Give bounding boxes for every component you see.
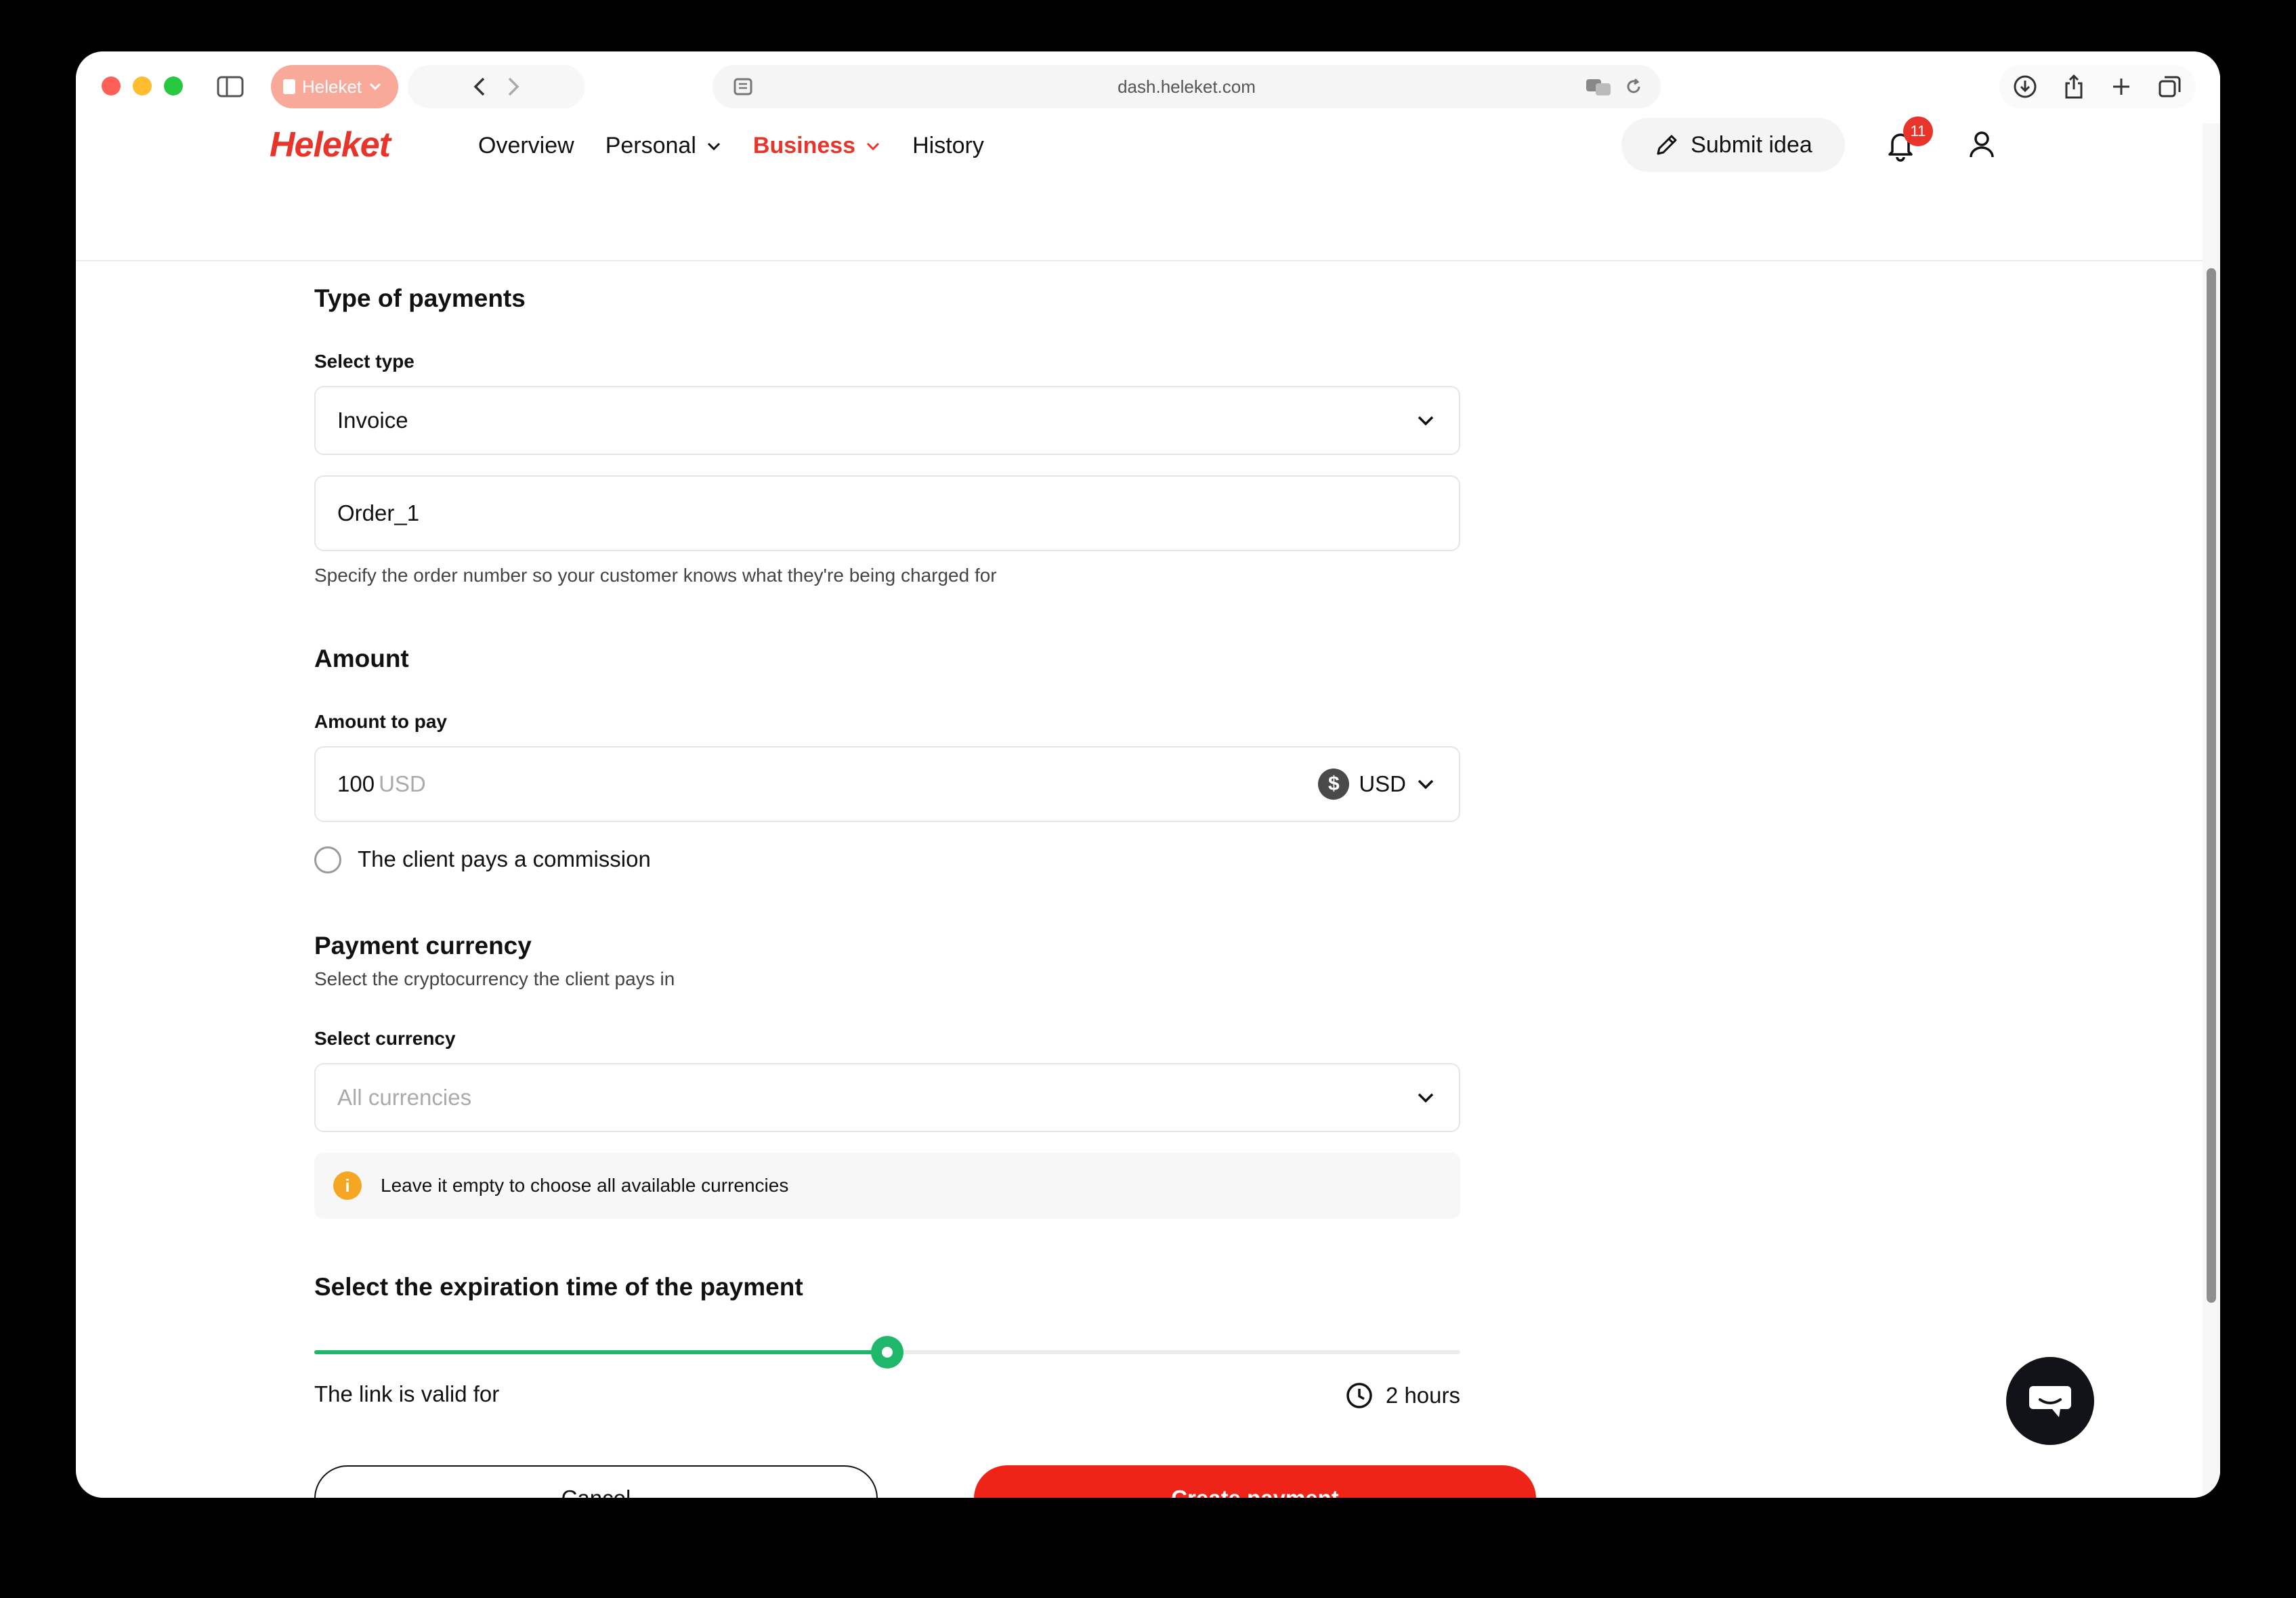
expiration-slider-fill <box>314 1350 887 1354</box>
nav-history[interactable]: History <box>912 133 984 159</box>
profile-tab-group[interactable]: Heleket <box>271 65 398 108</box>
type-section-title: Type of payments <box>314 284 526 312</box>
amount-currency-select[interactable]: $ USD <box>1318 769 1436 800</box>
address-bar[interactable]: dash.heleket.com <box>713 65 1661 108</box>
payment-currency-subtitle: Select the cryptocurrency the client pay… <box>314 968 675 989</box>
chevron-down-icon <box>1418 779 1434 790</box>
nav-history-label: History <box>912 133 984 158</box>
notification-badge: 11 <box>1903 116 1933 146</box>
submit-idea-label: Submit idea <box>1691 131 1812 158</box>
share-icon[interactable] <box>2063 74 2085 100</box>
profile-label: Heleket <box>302 76 362 97</box>
dollar-icon: $ <box>1318 769 1350 800</box>
cancel-button[interactable]: Cancel <box>314 1465 878 1498</box>
downloads-icon[interactable] <box>2013 74 2037 99</box>
close-window-button[interactable] <box>102 77 121 95</box>
currency-select[interactable]: All currencies <box>314 1063 1460 1132</box>
amount-to-pay-label: Amount to pay <box>314 711 447 732</box>
sidebar-icon <box>217 76 244 98</box>
payment-type-value: Invoice <box>337 408 408 433</box>
create-payment-button[interactable]: Create payment <box>974 1465 1536 1498</box>
scrollbar-thumb[interactable] <box>2207 268 2216 1303</box>
currency-info-box: i Leave it empty to choose all available… <box>314 1152 1460 1219</box>
support-chat-button[interactable] <box>2006 1357 2094 1445</box>
submit-idea-button[interactable]: Submit idea <box>1621 118 1845 172</box>
amount-unit-placeholder: USD <box>379 771 426 796</box>
translate-icon[interactable] <box>1585 77 1612 96</box>
order-number-input[interactable]: Order_1 <box>314 475 1460 551</box>
select-type-label: Select type <box>314 351 414 372</box>
main-nav: Overview Personal Business History <box>478 133 984 159</box>
client-pays-commission-radio[interactable] <box>314 846 341 873</box>
profile-icon <box>283 79 295 94</box>
zoom-window-button[interactable] <box>164 77 183 95</box>
order-hint-text: Specify the order number so your custome… <box>314 565 997 586</box>
valid-for-label: The link is valid for <box>314 1381 500 1406</box>
clock-icon <box>1346 1383 1372 1408</box>
browser-toolbar: Heleket dash.heleket.com <box>76 51 2220 123</box>
chevron-down-icon <box>867 142 880 150</box>
new-tab-icon[interactable] <box>2110 76 2132 98</box>
select-currency-label: Select currency <box>314 1028 456 1049</box>
forward-icon[interactable] <box>506 76 521 98</box>
expiration-title: Select the expiration time of the paymen… <box>314 1273 803 1301</box>
chevron-down-icon <box>1418 416 1434 426</box>
amount-section-title: Amount <box>314 645 409 672</box>
url-text: dash.heleket.com <box>1118 76 1256 97</box>
chat-icon <box>2029 1386 2071 1417</box>
nav-personal-label: Personal <box>605 133 696 158</box>
nav-business-label: Business <box>752 133 856 158</box>
payment-currency-title: Payment currency <box>314 932 532 959</box>
minimize-window-button[interactable] <box>133 77 152 95</box>
expiration-slider-handle[interactable] <box>871 1336 903 1368</box>
reload-icon[interactable] <box>1624 77 1643 96</box>
history-nav-group <box>408 65 585 108</box>
browser-actions <box>1999 65 2196 108</box>
nav-overview[interactable]: Overview <box>478 133 574 159</box>
browser-window: Heleket dash.heleket.com Heleket Overvie… <box>76 51 2220 1498</box>
user-profile-icon[interactable] <box>1961 125 2002 165</box>
nav-personal[interactable]: Personal <box>605 133 722 159</box>
valid-for-value: 2 hours <box>1385 1383 1460 1408</box>
client-pays-commission-label[interactable]: The client pays a commission <box>358 846 651 872</box>
pencil-icon <box>1657 135 1677 155</box>
chevron-down-icon <box>370 83 381 91</box>
nav-overview-label: Overview <box>478 133 574 158</box>
link-validity-row: The link is valid for 2 hours <box>314 1381 1460 1408</box>
chevron-down-icon <box>707 142 720 150</box>
reader-icon[interactable] <box>733 77 753 96</box>
amount-input[interactable]: 100 USD $ USD <box>314 746 1460 822</box>
nav-business[interactable]: Business <box>753 133 881 159</box>
payment-type-select[interactable]: Invoice <box>314 386 1460 455</box>
tab-overview-icon[interactable] <box>2158 74 2182 99</box>
expiration-slider[interactable] <box>314 1336 1460 1368</box>
heleket-logo[interactable]: Heleket <box>270 125 391 165</box>
currency-info-text: Leave it empty to choose all available c… <box>381 1175 789 1196</box>
order-number-value: Order_1 <box>337 500 420 525</box>
chevron-down-icon <box>1418 1093 1434 1103</box>
sidebar-toggle-button[interactable] <box>209 65 252 108</box>
amount-currency-value: USD <box>1359 771 1406 796</box>
back-icon[interactable] <box>472 76 487 98</box>
currency-select-placeholder: All currencies <box>337 1085 472 1110</box>
amount-value: 100 <box>337 771 375 796</box>
info-icon: i <box>333 1171 362 1200</box>
